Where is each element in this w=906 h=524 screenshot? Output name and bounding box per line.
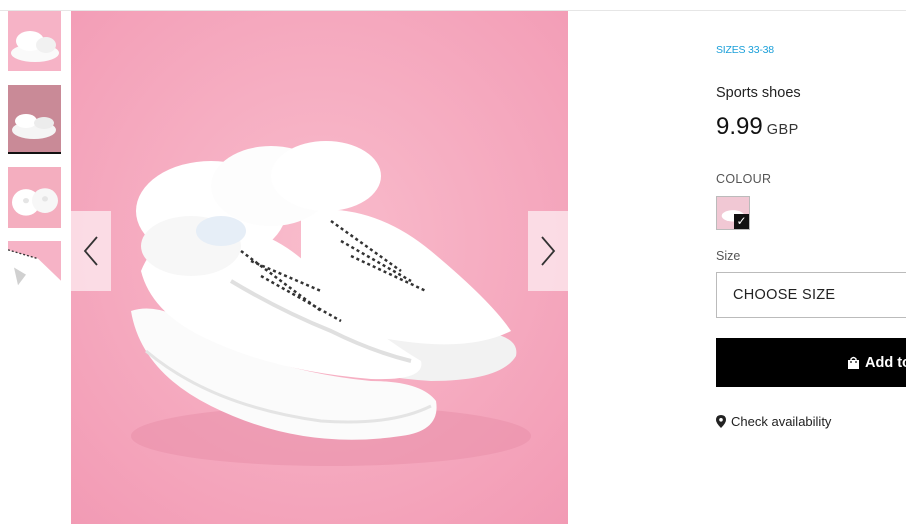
previous-image-button[interactable]: [71, 211, 111, 291]
check-availability-label: Check availability: [731, 414, 832, 429]
size-select[interactable]: CHOOSE SIZE: [716, 272, 906, 318]
price-value: 9.99: [716, 113, 763, 140]
thumbnail-list: [8, 11, 61, 315]
next-image-button[interactable]: [528, 211, 568, 291]
price-currency: GBP: [766, 122, 799, 138]
add-to-cart-button[interactable]: Add to: [716, 338, 906, 387]
colour-swatch[interactable]: ✓: [716, 196, 750, 230]
thumbnail-2[interactable]: [8, 85, 61, 154]
size-label: Size: [716, 249, 741, 263]
chevron-left-icon: [83, 236, 98, 266]
price: 9.99 GBP: [716, 113, 799, 141]
thumbnail-1[interactable]: [8, 11, 61, 71]
sizes-range-link[interactable]: SIZES 33-38: [716, 44, 774, 56]
thumbnail-4[interactable]: [8, 241, 61, 302]
shopping-bag-icon: [848, 356, 859, 369]
thumbnail-3[interactable]: [8, 167, 61, 228]
chevron-right-icon: [541, 236, 556, 266]
add-to-cart-label: Add to: [865, 354, 906, 371]
colour-label: COLOUR: [716, 172, 772, 186]
product-details: SIZES 33-38 Sports shoes 9.99 GBP COLOUR …: [716, 0, 906, 524]
size-select-value: CHOOSE SIZE: [733, 287, 836, 303]
location-pin-icon: [716, 415, 726, 428]
product-name: Sports shoes: [716, 85, 801, 101]
check-availability-link[interactable]: Check availability: [716, 414, 831, 429]
check-icon: ✓: [734, 214, 749, 229]
main-product-image: [71, 11, 568, 524]
